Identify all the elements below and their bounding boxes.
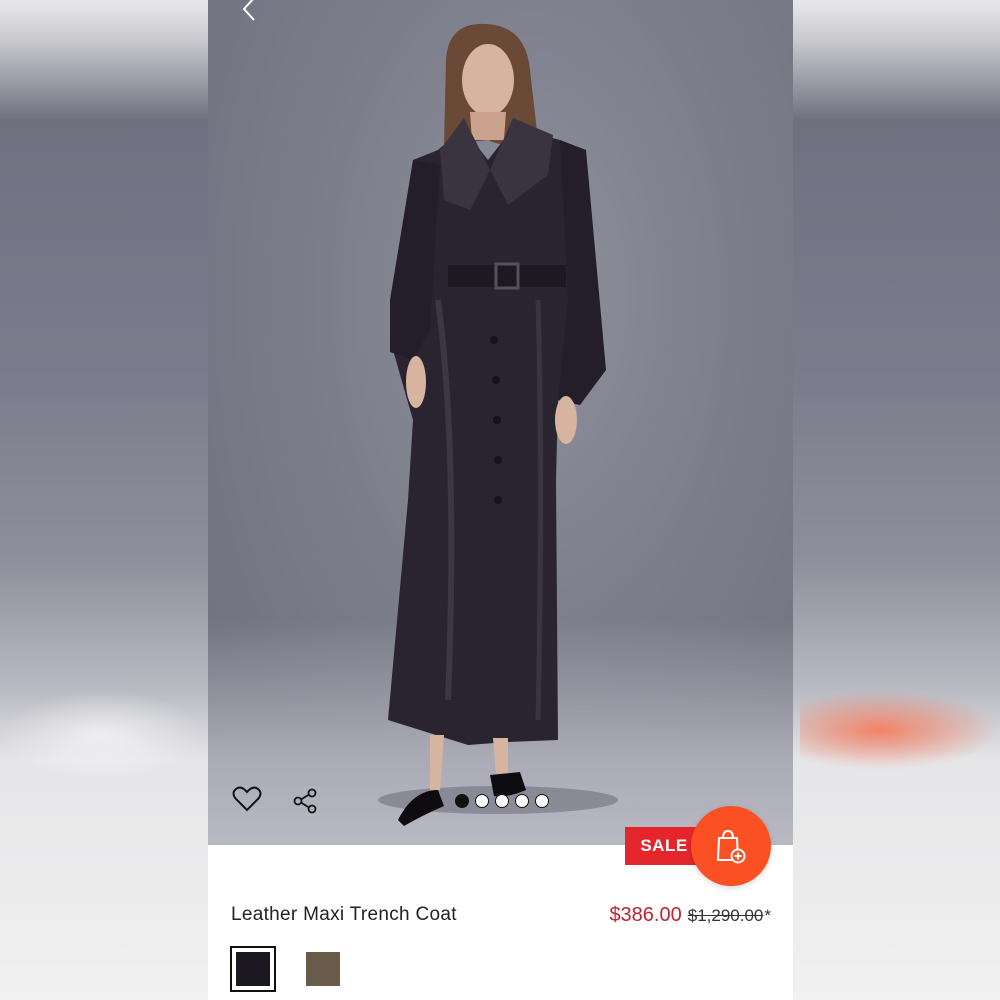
swatch-khaki[interactable]: [300, 946, 346, 992]
chevron-left-icon: [242, 0, 255, 21]
share-button[interactable]: [292, 788, 318, 814]
backdrop-glow-right: [800, 690, 1000, 770]
product-image[interactable]: [208, 0, 793, 845]
add-to-bag-button[interactable]: [691, 806, 771, 886]
swatch-color: [236, 952, 270, 986]
price-footnote-marker: *: [764, 906, 771, 925]
share-icon: [293, 788, 317, 814]
price-row: $386.00 $1,290.00 *: [609, 904, 771, 927]
gallery-dot[interactable]: [515, 794, 529, 808]
back-button[interactable]: [236, 0, 262, 22]
gallery-dot[interactable]: [495, 794, 509, 808]
swatch-black[interactable]: [230, 946, 276, 992]
heart-icon: [232, 786, 262, 812]
sale-price: $386.00: [609, 904, 682, 926]
wishlist-button[interactable]: [232, 784, 262, 814]
gallery-dot[interactable]: [535, 794, 549, 808]
product-screen: SALE Leather Maxi Trench Coat $386.00 $1…: [208, 0, 793, 1000]
gallery-dot[interactable]: [455, 794, 469, 808]
shopping-bag-plus-icon: [716, 829, 746, 864]
swatch-color: [306, 952, 340, 986]
backdrop-glow-left: [0, 690, 205, 780]
original-price: $1,290.00: [687, 906, 764, 925]
product-title: Leather Maxi Trench Coat: [231, 904, 457, 925]
gallery-dot[interactable]: [475, 794, 489, 808]
gallery-pagination: [455, 794, 549, 808]
model-in-trench-coat: [378, 23, 618, 826]
